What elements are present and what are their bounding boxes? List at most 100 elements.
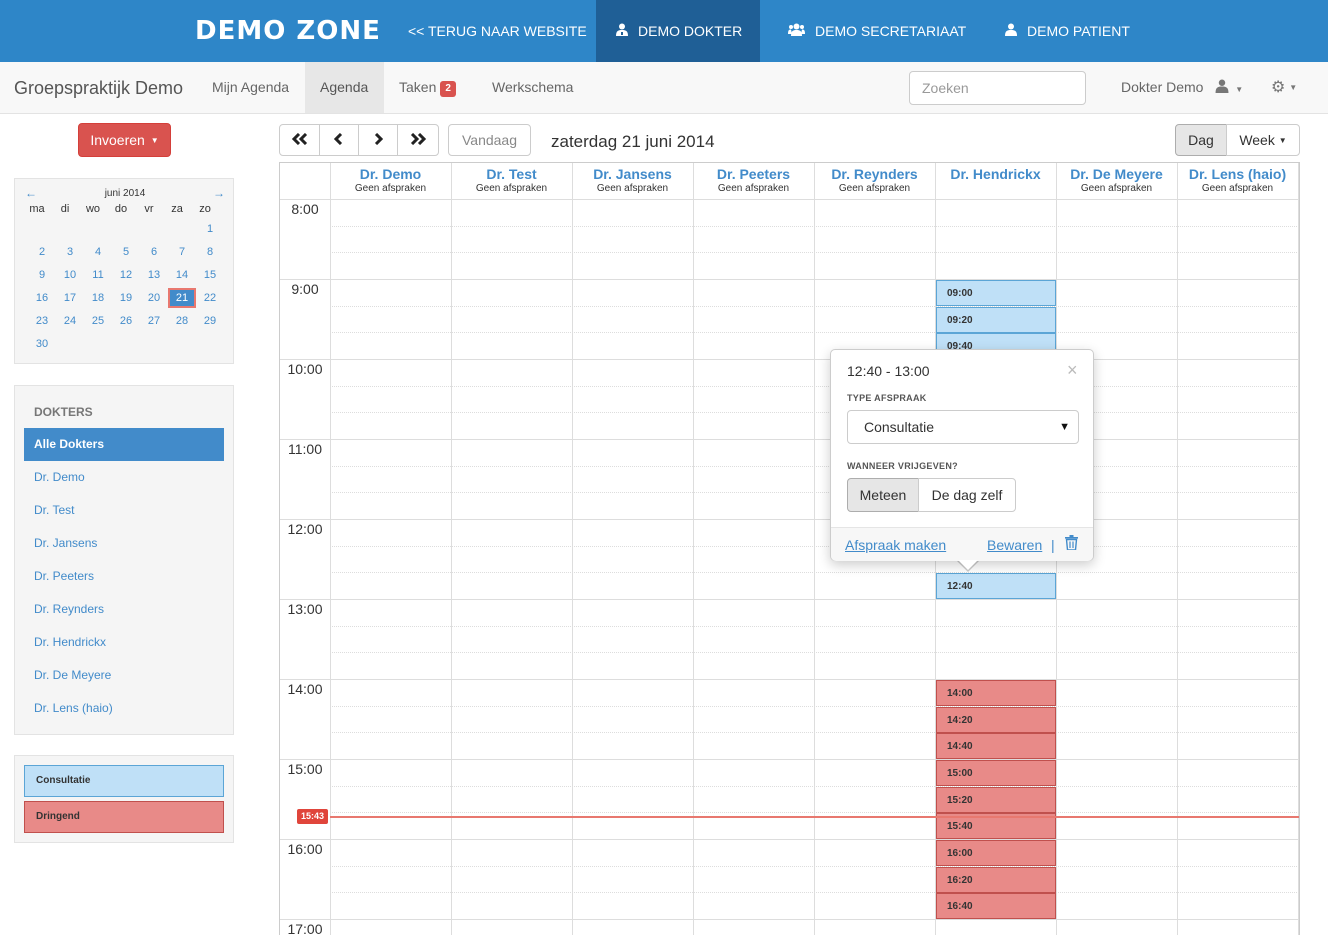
- calendar-day[interactable]: 16: [28, 288, 56, 308]
- calendar-day[interactable]: 24: [56, 311, 84, 331]
- appointment-consultatie[interactable]: 09:20: [936, 306, 1056, 333]
- invoeren-button[interactable]: Invoeren ▼: [78, 123, 171, 157]
- calendar-day[interactable]: 15: [196, 265, 224, 285]
- calendar-day[interactable]: 26: [112, 311, 140, 331]
- calendar-day[interactable]: 19: [112, 288, 140, 308]
- doctor-item-peeters[interactable]: Dr. Peeters: [24, 560, 224, 593]
- invoeren-label: Invoeren: [90, 132, 145, 148]
- calendar-day[interactable]: 5: [112, 242, 140, 262]
- settings-menu[interactable]: ⚙ ▼: [1271, 62, 1297, 113]
- calendar-day[interactable]: 13: [140, 265, 168, 285]
- appointment-dringend[interactable]: 15:00: [936, 760, 1056, 786]
- doctor-item-hendrickx[interactable]: Dr. Hendrickx: [24, 626, 224, 659]
- appointment-dringend[interactable]: 16:00: [936, 840, 1056, 866]
- back-to-website-link[interactable]: << TERUG NAAR WEBSITE: [408, 0, 587, 62]
- type-afspraak-label: TYPE AFSPRAAK: [847, 393, 927, 403]
- appointment-dringend[interactable]: 14:40: [936, 733, 1056, 760]
- demo-dokter-link[interactable]: DEMO DOKTER: [616, 0, 742, 62]
- hour-label: 10:00: [287, 361, 323, 377]
- calendar-day[interactable]: 4: [84, 242, 112, 262]
- doctor-column-status: Geen afspraken: [475, 183, 548, 194]
- practice-name[interactable]: Groepspraktijk Demo: [14, 78, 183, 99]
- doctor-column-header[interactable]: Dr. De Meyere Geen afspraken: [1056, 163, 1177, 199]
- calendar-day[interactable]: 3: [56, 242, 84, 262]
- footer-separator: |: [1051, 537, 1055, 553]
- calendar-day[interactable]: 8: [196, 242, 224, 262]
- doctor-column-header[interactable]: Dr. Test Geen afspraken: [451, 163, 572, 199]
- doctor-item-lens[interactable]: Dr. Lens (haio): [24, 692, 224, 725]
- calendar-day-selected[interactable]: 21: [168, 288, 196, 308]
- afspraak-maken-link[interactable]: Afspraak maken: [845, 537, 946, 553]
- user-menu[interactable]: Dokter Demo ▼: [1121, 62, 1243, 113]
- bewaren-link[interactable]: Bewaren: [987, 537, 1042, 553]
- calendar-day[interactable]: 11: [84, 265, 112, 285]
- slot-line: [330, 866, 1299, 867]
- release-meteen-button[interactable]: Meteen: [847, 478, 919, 512]
- slot-line: [330, 812, 1299, 813]
- doctor-item-alle-dokters[interactable]: Alle Dokters: [24, 428, 224, 461]
- calendar-day[interactable]: 12: [112, 265, 140, 285]
- calendar-day[interactable]: 25: [84, 311, 112, 331]
- type-afspraak-select[interactable]: Consultatie ▼: [847, 410, 1079, 444]
- appointment-popover: 12:40 - 13:00 × TYPE AFSPRAAK Consultati…: [830, 349, 1094, 561]
- calendar-day[interactable]: 28: [168, 311, 196, 331]
- demo-secretariaat-link[interactable]: DEMO SECRETARIAAT: [788, 0, 966, 62]
- tab-mijn-agenda[interactable]: Mijn Agenda: [212, 62, 289, 113]
- calendar-day[interactable]: 9: [28, 265, 56, 285]
- calendar-day[interactable]: 22: [196, 288, 224, 308]
- vandaag-button[interactable]: Vandaag: [448, 124, 531, 156]
- calendar-day[interactable]: 18: [84, 288, 112, 308]
- calendar-day[interactable]: 14: [168, 265, 196, 285]
- view-day-button[interactable]: Dag: [1175, 124, 1227, 156]
- search-input[interactable]: [909, 71, 1086, 105]
- next-month-arrow[interactable]: →: [213, 186, 225, 200]
- doctor-column-header[interactable]: Dr. Hendrickx: [935, 163, 1056, 199]
- doctor-item-de-meyere[interactable]: Dr. De Meyere: [24, 659, 224, 692]
- calendar-day[interactable]: 20: [140, 288, 168, 308]
- appointment-consultatie[interactable]: 12:40: [936, 573, 1056, 600]
- appointment-dringend[interactable]: 14:20: [936, 706, 1056, 733]
- appointment-dringend[interactable]: 16:40: [936, 893, 1056, 920]
- calendar-day[interactable]: 2: [28, 242, 56, 262]
- calendar-day[interactable]: 30: [28, 334, 56, 354]
- calendar-day[interactable]: 17: [56, 288, 84, 308]
- tab-agenda[interactable]: Agenda: [320, 62, 368, 113]
- previous-button[interactable]: [319, 124, 359, 156]
- tab-taken[interactable]: Taken 2: [399, 62, 456, 113]
- next-button[interactable]: [358, 124, 398, 156]
- doctors-panel: DOKTERS Alle Dokters Dr. Demo Dr. Test D…: [14, 385, 234, 735]
- appointment-dringend[interactable]: 16:20: [936, 866, 1056, 893]
- trash-icon[interactable]: [1065, 535, 1078, 553]
- view-week-button[interactable]: Week ▼: [1226, 124, 1300, 156]
- slot-line: [330, 386, 1299, 387]
- caret-down-icon: ▼: [150, 136, 159, 145]
- doctor-column-header[interactable]: Dr. Lens (haio) Geen afspraken: [1177, 163, 1298, 199]
- calendar-day[interactable]: 27: [140, 311, 168, 331]
- calendar-day[interactable]: 7: [168, 242, 196, 262]
- doctor-item-jansens[interactable]: Dr. Jansens: [24, 527, 224, 560]
- doctor-column-header[interactable]: Dr. Demo Geen afspraken: [330, 163, 451, 199]
- appointment-dringend[interactable]: 14:00: [936, 680, 1056, 706]
- calendar-day[interactable]: 10: [56, 265, 84, 285]
- calendar-day[interactable]: 1: [196, 219, 224, 239]
- calendar-day[interactable]: 23: [28, 311, 56, 331]
- doctor-column-header[interactable]: Dr. Reynders Geen afspraken: [814, 163, 935, 199]
- doctor-column-header[interactable]: Dr. Jansens Geen afspraken: [572, 163, 693, 199]
- slot-line: [330, 252, 1299, 253]
- doctor-item-reynders[interactable]: Dr. Reynders: [24, 593, 224, 626]
- release-dag-zelf-button[interactable]: De dag zelf: [918, 478, 1016, 512]
- fast-backward-button[interactable]: [279, 124, 320, 156]
- chevron-left-icon: [333, 132, 344, 148]
- calendar-day[interactable]: 6: [140, 242, 168, 262]
- doctor-item-demo[interactable]: Dr. Demo: [24, 461, 224, 494]
- demo-patient-link[interactable]: DEMO PATIENT: [1005, 0, 1130, 62]
- calendar-day[interactable]: 29: [196, 311, 224, 331]
- close-icon[interactable]: ×: [1067, 360, 1078, 381]
- appointment-dringend[interactable]: 15:20: [936, 786, 1056, 813]
- doctor-column-name: Dr. Test: [486, 166, 537, 182]
- doctor-column-header[interactable]: Dr. Peeters Geen afspraken: [693, 163, 814, 199]
- appointment-consultatie[interactable]: 09:00: [936, 280, 1056, 306]
- doctor-item-test[interactable]: Dr. Test: [24, 494, 224, 527]
- tab-werkschema[interactable]: Werkschema: [492, 62, 573, 113]
- fast-forward-button[interactable]: [397, 124, 439, 156]
